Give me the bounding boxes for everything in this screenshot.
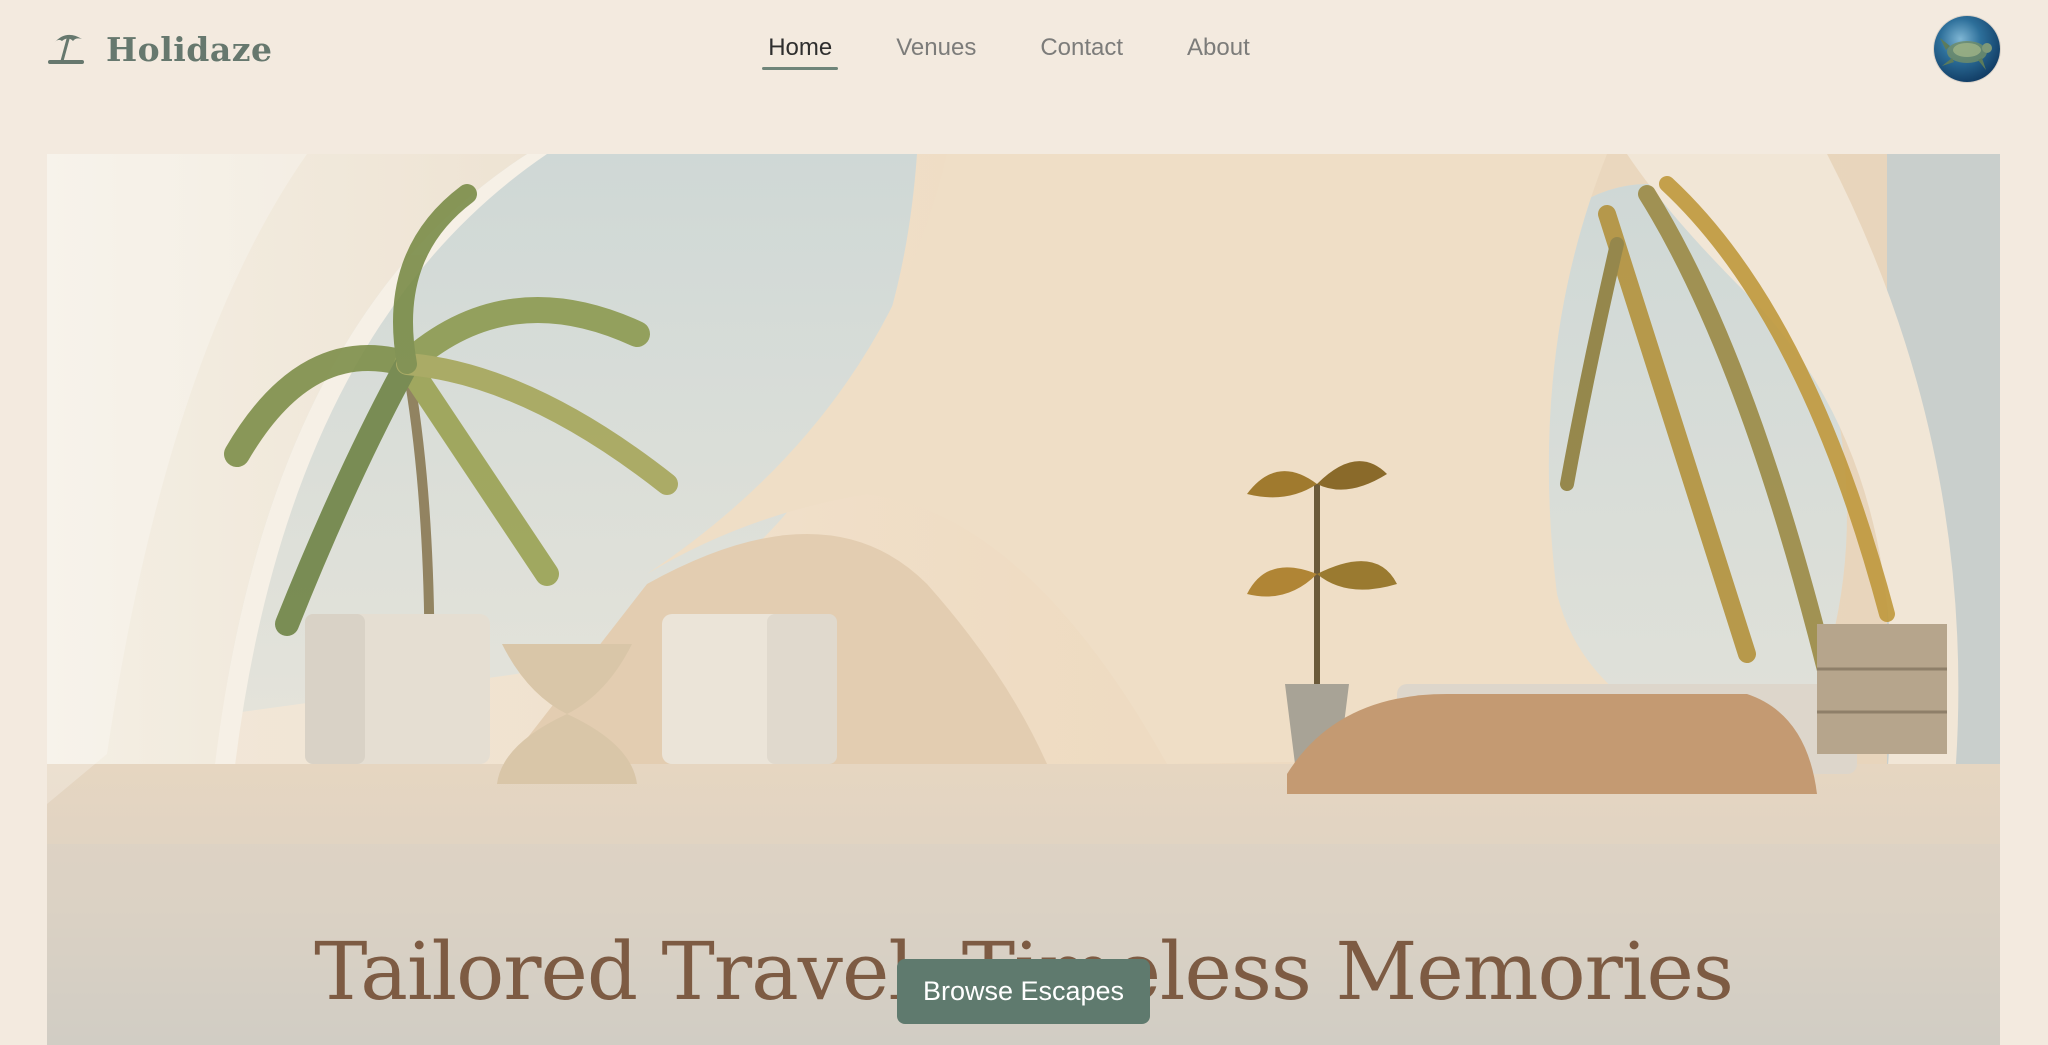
nav-link-home[interactable]: Home: [762, 30, 839, 70]
browse-escapes-button[interactable]: Browse Escapes: [897, 959, 1150, 1024]
hero-image: [47, 154, 2000, 1045]
user-avatar[interactable]: [1934, 16, 2000, 82]
nav-link-venues[interactable]: Venues: [890, 30, 982, 70]
site-header: Holidaze Home Venues Contact About: [0, 0, 2048, 100]
hero-banner: Tailored Travel, Timeless Memories Brows…: [47, 154, 2000, 1045]
nav-link-about[interactable]: About: [1181, 30, 1256, 70]
main-nav: Home Venues Contact About: [0, 30, 2048, 70]
turtle-avatar-icon: [1940, 38, 1992, 70]
nav-link-contact[interactable]: Contact: [1034, 30, 1129, 70]
